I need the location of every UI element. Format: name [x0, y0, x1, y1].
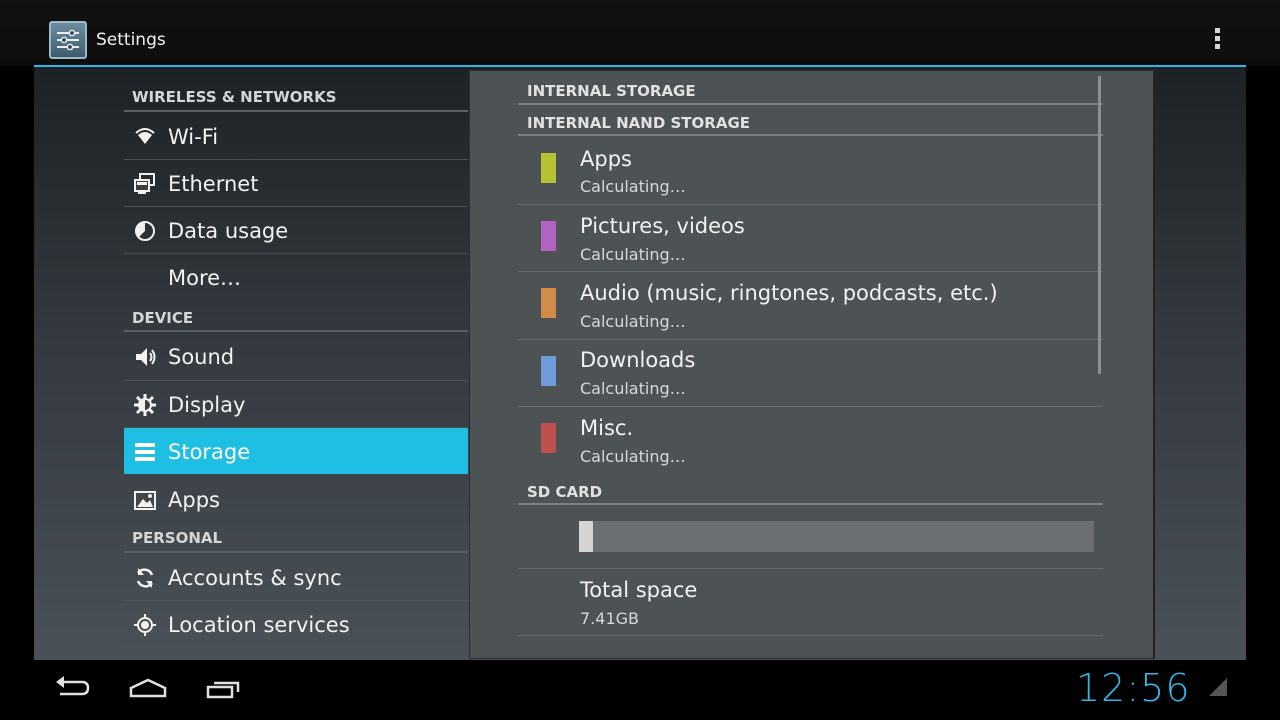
app-title: Settings — [96, 30, 166, 50]
divider — [124, 551, 468, 553]
settings-content: WIRELESS & NETWORKS Wi-Fi Ethernet Data … — [34, 67, 1246, 660]
sidebar-item-label: Sound — [168, 345, 235, 369]
divider — [518, 406, 1103, 407]
display-icon — [134, 394, 156, 416]
category-device: DEVICE — [132, 309, 194, 327]
location-icon — [134, 614, 156, 636]
ethernet-icon — [134, 173, 155, 194]
sync-icon — [136, 568, 154, 588]
row-status: Calculating… — [580, 447, 686, 466]
category-wireless-networks: WIRELESS & NETWORKS — [132, 88, 337, 106]
scrollbar[interactable] — [1098, 76, 1101, 374]
settings-icon[interactable] — [49, 21, 87, 59]
recent-apps-icon[interactable] — [200, 670, 248, 706]
clock[interactable]: 12:56 — [1076, 666, 1191, 710]
divider — [518, 339, 1103, 340]
row-title: Pictures, videos — [580, 214, 745, 238]
data-usage-icon — [135, 221, 155, 241]
sidebar-item-data-usage[interactable]: Data usage — [124, 207, 468, 253]
home-icon[interactable] — [124, 670, 172, 706]
sidebar-item-label: Ethernet — [168, 172, 259, 196]
sidebar-item-storage[interactable]: Storage — [124, 428, 468, 474]
color-swatch — [541, 356, 556, 386]
sidebar-item-accounts-sync[interactable]: Accounts & sync — [124, 554, 468, 600]
row-title: Downloads — [580, 348, 696, 372]
sidebar-item-label: Display — [168, 393, 246, 417]
row-title: Apps — [580, 147, 632, 171]
system-nav-bar: 12:56 — [0, 660, 1280, 720]
row-value: 7.41GB — [580, 609, 639, 628]
sidebar-item-label: Storage — [168, 440, 251, 464]
wifi-icon — [135, 128, 155, 144]
row-title: Total space — [580, 578, 698, 602]
row-status: Calculating… — [580, 379, 686, 398]
category-personal: PERSONAL — [132, 529, 223, 547]
divider — [518, 204, 1103, 205]
sidebar-item-label: Wi-Fi — [168, 125, 219, 149]
back-icon[interactable] — [48, 670, 96, 706]
section-internal-storage: INTERNAL STORAGE — [527, 82, 696, 100]
color-swatch — [541, 153, 556, 183]
sidebar-item-sound[interactable]: Sound — [124, 333, 468, 379]
sidebar-item-more[interactable]: More… — [124, 254, 468, 300]
overflow-menu-icon[interactable] — [1205, 26, 1229, 56]
sidebar-item-display[interactable]: Display — [124, 381, 468, 427]
sidebar-item-label: Data usage — [168, 219, 289, 243]
section-internal-nand-storage: INTERNAL NAND STORAGE — [527, 114, 751, 132]
section-sd-card: SD CARD — [527, 483, 603, 501]
sd-usage-bar — [579, 521, 1094, 552]
sound-icon — [136, 348, 156, 366]
sidebar-item-label: Accounts & sync — [168, 566, 342, 590]
divider — [518, 503, 1103, 505]
divider — [518, 271, 1103, 272]
sidebar-item-location-services[interactable]: Location services — [124, 601, 468, 647]
sidebar-item-apps[interactable]: Apps — [124, 476, 468, 522]
divider — [518, 568, 1103, 569]
signal-icon[interactable] — [1207, 676, 1229, 698]
row-status: Calculating… — [580, 245, 686, 264]
divider — [518, 134, 1103, 136]
color-swatch — [541, 288, 556, 318]
divider — [518, 635, 1103, 636]
row-status: Calculating… — [580, 177, 686, 196]
sidebar-item-ethernet[interactable]: Ethernet — [124, 160, 468, 206]
action-bar: Settings — [0, 0, 1280, 66]
sd-usage-fill — [579, 521, 593, 552]
row-title: Misc. — [580, 416, 634, 440]
sidebar-item-wifi[interactable]: Wi-Fi — [124, 113, 468, 159]
row-status: Calculating… — [580, 312, 686, 331]
sidebar-item-label: Location services — [168, 613, 350, 637]
color-swatch — [541, 221, 556, 251]
sidebar-item-label: Apps — [168, 488, 220, 512]
apps-icon — [134, 491, 156, 510]
divider — [124, 330, 468, 332]
divider — [124, 647, 468, 648]
storage-icon — [135, 443, 155, 461]
divider — [124, 110, 468, 112]
divider — [518, 103, 1103, 105]
sidebar-item-label: More… — [168, 266, 242, 290]
color-swatch — [541, 423, 556, 453]
storage-detail-panel[interactable]: INTERNAL STORAGE INTERNAL NAND STORAGE A… — [469, 70, 1155, 659]
row-title: Audio (music, ringtones, podcasts, etc.) — [580, 281, 998, 305]
